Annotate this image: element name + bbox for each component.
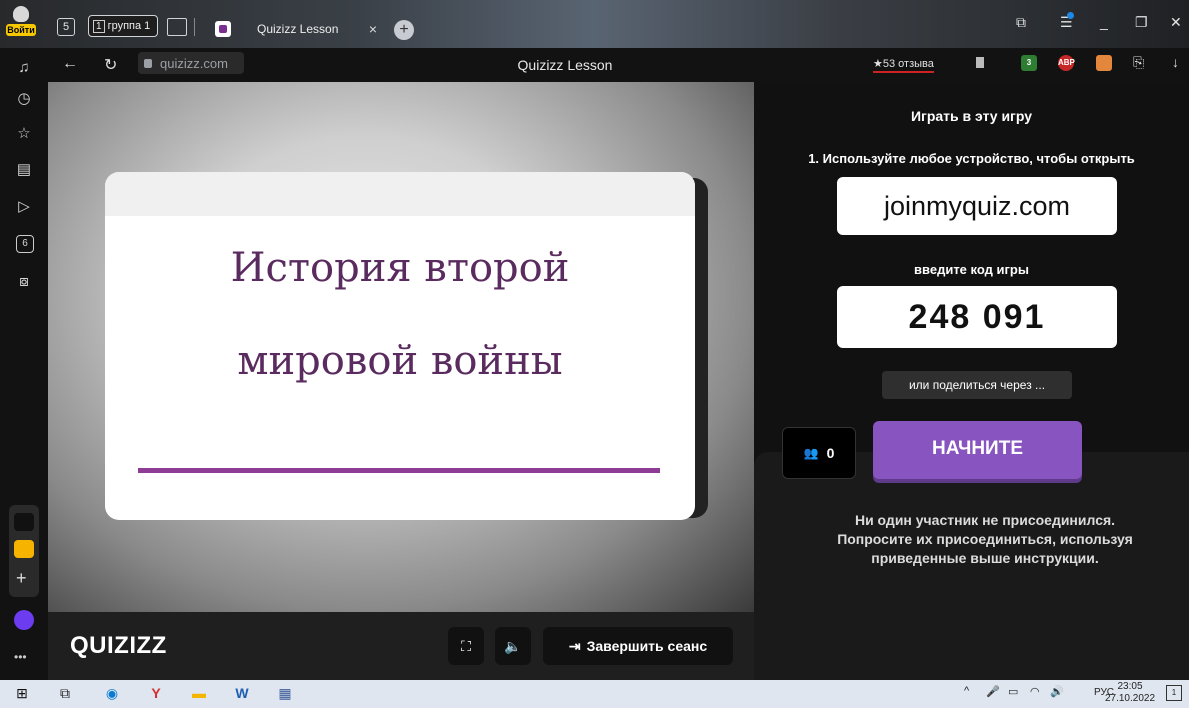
file-explorer-icon[interactable]: ▬ (189, 683, 209, 703)
bookmarks-panel-icon[interactable]: ⧉ (1016, 14, 1026, 31)
close-window-icon[interactable]: ✕ (1170, 14, 1182, 31)
taskbar-clock[interactable]: 23:05 27.10.2022 (1102, 681, 1158, 705)
new-tab-button[interactable]: + (394, 20, 414, 40)
back-arrow-icon[interactable]: ← (62, 55, 78, 73)
slide-card: История второй мировой войны (105, 172, 695, 520)
slide-accent-line (138, 468, 660, 473)
url-field[interactable]: quizizz.com (138, 52, 244, 74)
step1-instruction: 1. Используйте любое устройство, чтобы о… (808, 151, 1135, 166)
more-icon[interactable]: ••• (14, 650, 27, 664)
speaker-icon: 🔈 (504, 637, 522, 654)
volume-icon[interactable]: 🔊 (1050, 685, 1064, 698)
calendar-icon[interactable]: 6 (16, 235, 34, 253)
signin-label: Войти (6, 24, 36, 36)
word-icon[interactable]: W (232, 683, 252, 703)
home-badge: 5 (62, 21, 70, 33)
signin-button[interactable]: Войти (6, 6, 36, 42)
user-icon (13, 6, 29, 22)
edge-icon[interactable]: ◉ (102, 683, 122, 703)
video-icon[interactable]: ▷ (14, 197, 34, 217)
app-icon-1[interactable] (14, 513, 34, 531)
url-text: quizizz.com (160, 55, 228, 71)
download-icon[interactable]: ↓ (1172, 54, 1179, 70)
code-label: введите код игры (914, 262, 1029, 277)
join-url-box[interactable]: joinmyquiz.com (837, 177, 1117, 235)
share-button[interactable]: или поделиться через ... (882, 371, 1072, 399)
reload-icon[interactable]: ↻ (104, 55, 117, 75)
end-session-label: Завершить сеанс (586, 638, 708, 654)
notifications-icon[interactable]: ♫ (14, 58, 34, 78)
task-view-icon[interactable]: ⧉ (55, 683, 75, 703)
slide-title-line2: мировой войны (237, 338, 563, 384)
no-players-notice: Ни один участник не присоединился. Попро… (790, 511, 1180, 568)
clock-time: 23:05 (1117, 681, 1143, 692)
tab-group-count: 1 (93, 19, 105, 33)
play-title: Играть в эту игру (910, 108, 1033, 124)
tab-group[interactable]: 1 группа 1 (88, 15, 158, 37)
quizizz-favicon-icon (215, 21, 231, 37)
app-taskbar-icon[interactable]: ▦ (275, 683, 295, 703)
tray-expand-icon[interactable]: ^ (964, 685, 969, 697)
new-group-icon[interactable] (167, 18, 187, 36)
action-center-icon[interactable]: 1 (1166, 685, 1182, 701)
game-code-box[interactable]: 248 091 (837, 286, 1117, 348)
notification-badge: 1 (1171, 688, 1177, 697)
extension-badge-icon[interactable]: 3 (1021, 55, 1037, 71)
restore-icon[interactable]: ❐ (1135, 14, 1148, 31)
microphone-icon[interactable]: 🎤 (986, 685, 1000, 698)
page-title: Quizizz Lesson (517, 57, 613, 73)
minimize-icon[interactable]: _ (1100, 14, 1108, 30)
sound-button[interactable]: 🔈 (495, 627, 531, 665)
favorites-icon[interactable]: ☆ (14, 124, 34, 144)
wifi-icon[interactable]: ◠ (1030, 685, 1040, 698)
reader-icon[interactable]: ⎘ (1133, 54, 1144, 71)
tab-close-icon[interactable]: × (369, 21, 377, 37)
home-icon[interactable]: 5 (57, 18, 75, 36)
users-icon: 👥 (803, 446, 819, 460)
calendar-badge: 6 (22, 238, 28, 249)
start-button[interactable]: НАЧНИТЕ (873, 421, 1082, 479)
yandex-browser-icon[interactable]: Y (146, 683, 166, 703)
slide-title-line1: История второй (230, 245, 570, 291)
fullscreen-icon: ⛶ (461, 637, 471, 654)
bookmark-icon[interactable] (976, 57, 984, 68)
reviews-link[interactable]: ★53 отзыва (873, 57, 934, 73)
extension-icon[interactable] (1096, 55, 1112, 71)
notice-line2: Попросите их присоединиться, используя (837, 531, 1133, 547)
tab-title: Quizizz Lesson (257, 22, 339, 36)
exit-icon: ⇥ (568, 637, 581, 654)
notification-dot (1067, 12, 1074, 19)
quizizz-logo: QUIZIZZ (70, 632, 167, 659)
battery-icon[interactable]: ▭ (1008, 685, 1018, 698)
screenshot-icon[interactable]: ⧇ (14, 272, 34, 292)
players-count-value: 0 (826, 445, 835, 461)
tab-group-label: группа 1 (107, 20, 151, 32)
alice-assistant-icon[interactable] (14, 610, 34, 630)
start-menu-icon[interactable]: ⊞ (12, 683, 32, 703)
collections-icon[interactable]: ▤ (14, 160, 34, 180)
end-session-button[interactable]: ⇥ Завершить сеанс (543, 627, 733, 665)
history-icon[interactable]: ◷ (14, 89, 34, 109)
tab-quizizz-lesson[interactable]: Quizizz Lesson × (205, 10, 383, 48)
tab-separator (194, 18, 195, 36)
clock-date: 27.10.2022 (1104, 693, 1156, 704)
adblock-icon[interactable]: ABP (1058, 55, 1075, 71)
extension-badge-count: 3 (1026, 58, 1032, 67)
lock-icon (144, 58, 152, 68)
slide-header-band (105, 172, 695, 216)
add-app-icon[interactable]: + (16, 568, 27, 589)
fullscreen-button[interactable]: ⛶ (448, 627, 484, 665)
notice-line1: Ни один участник не присоединился. (854, 512, 1116, 528)
players-count: 👥 0 (782, 427, 856, 479)
notice-line3: приведенные выше инструкции. (871, 550, 1099, 566)
mail-app-icon[interactable] (14, 540, 34, 558)
